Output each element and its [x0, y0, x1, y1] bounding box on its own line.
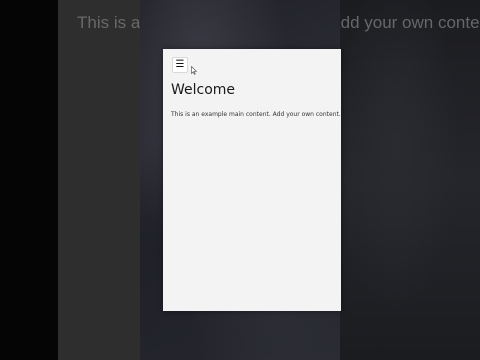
mobile-page-preview: ☰ Welcome This is an example main conten…: [163, 49, 341, 311]
hamburger-menu-button[interactable]: ☰: [172, 57, 188, 73]
background-blur-right: [340, 0, 480, 360]
main-content-text: This is an example main content. Add you…: [171, 111, 341, 118]
mouse-cursor-icon: [191, 66, 197, 75]
video-frame: This is an example main content. Add you…: [0, 0, 480, 360]
page-title: Welcome: [171, 82, 236, 98]
background-blur-left: [58, 0, 140, 360]
background-left-bar: [0, 0, 58, 360]
hamburger-icon: ☰: [175, 59, 185, 70]
